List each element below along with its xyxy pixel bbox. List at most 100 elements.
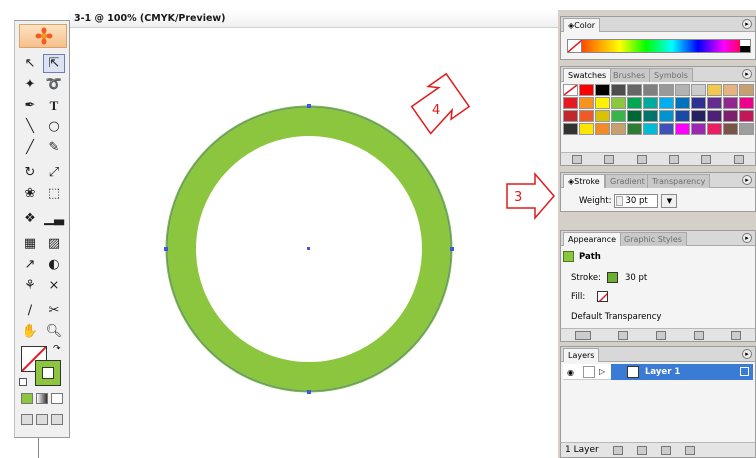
zoom-tool-icon[interactable]: 🔍︎ xyxy=(43,322,65,341)
show-kinds-icon[interactable] xyxy=(604,154,615,164)
swatch[interactable] xyxy=(611,123,626,135)
swatch[interactable] xyxy=(643,97,658,109)
panel-menu-icon[interactable]: ▸ xyxy=(742,69,752,79)
tab-gradient[interactable]: Gradient xyxy=(605,174,650,188)
swatch[interactable] xyxy=(595,123,610,135)
delete-layer-icon[interactable] xyxy=(684,445,695,455)
delete-swatch-icon[interactable] xyxy=(733,154,744,164)
panel-menu-icon[interactable]: ▸ xyxy=(742,349,752,359)
appearance-path-row[interactable]: Path xyxy=(563,249,601,264)
mesh-tool-icon[interactable]: ▦ xyxy=(19,234,41,253)
swatch[interactable] xyxy=(691,123,706,135)
type-tool-icon[interactable]: T xyxy=(43,96,65,115)
swatch[interactable] xyxy=(563,97,578,109)
anchor-point-left[interactable] xyxy=(164,247,168,251)
rotate-tool-icon[interactable]: ↻ xyxy=(19,163,41,182)
stroke-swatch[interactable] xyxy=(35,360,61,386)
standard-screen-mode-icon[interactable] xyxy=(21,414,33,425)
swatch[interactable] xyxy=(611,97,626,109)
panel-menu-icon[interactable]: ▸ xyxy=(742,233,752,243)
swatch[interactable] xyxy=(579,84,594,96)
swatch[interactable] xyxy=(707,123,722,135)
swatch[interactable] xyxy=(627,110,642,122)
scissors-tool-icon[interactable]: ✂ xyxy=(43,301,65,320)
none-mode-icon[interactable] xyxy=(51,393,63,404)
swatch[interactable] xyxy=(723,110,738,122)
swatch[interactable] xyxy=(659,84,674,96)
anchor-point-right[interactable] xyxy=(450,247,454,251)
target-icon[interactable] xyxy=(740,367,749,376)
symbol-sprayer-tool-icon[interactable]: ❖ xyxy=(19,209,41,228)
document-title-bar[interactable]: 3-1 @ 100% (CMYK/Preview) xyxy=(68,10,558,28)
graph-tool-icon[interactable]: ▁▃ xyxy=(43,209,65,228)
tab-brushes[interactable]: Brushes xyxy=(608,68,651,82)
tab-swatches[interactable]: Swatches xyxy=(563,68,612,82)
hand-tool-icon[interactable]: ✋ xyxy=(19,322,41,341)
panel-menu-icon[interactable]: ▸ xyxy=(742,175,752,185)
swatch[interactable] xyxy=(643,84,658,96)
magic-wand-tool-icon[interactable]: ✦ xyxy=(19,75,41,94)
swatch[interactable] xyxy=(707,84,722,96)
layer-row[interactable]: ◉ ▷ Layer 1 xyxy=(563,364,753,380)
lock-toggle[interactable] xyxy=(583,366,595,378)
swatch[interactable] xyxy=(691,110,706,122)
tab-appearance[interactable]: Appearance xyxy=(563,232,622,246)
swatch[interactable] xyxy=(611,84,626,96)
tab-stroke[interactable]: ◈Stroke xyxy=(563,174,605,188)
new-color-group-icon[interactable] xyxy=(669,154,680,164)
swatch[interactable] xyxy=(723,84,738,96)
appearance-fill-row[interactable]: Fill: xyxy=(571,289,609,304)
swatch[interactable] xyxy=(563,110,578,122)
anchor-point-bottom[interactable] xyxy=(307,390,311,394)
ellipse-tool-icon[interactable]: ○ xyxy=(43,117,65,136)
weight-stepper-icon[interactable] xyxy=(616,196,624,206)
swatch[interactable] xyxy=(595,84,610,96)
swatch[interactable] xyxy=(627,84,642,96)
new-art-maintains-appearance-icon[interactable] xyxy=(574,330,591,340)
visibility-eye-icon[interactable]: ◉ xyxy=(567,368,574,377)
color-mode-icon[interactable] xyxy=(21,393,33,404)
swatch[interactable] xyxy=(739,123,754,135)
artboard-canvas[interactable]: 4 3 xyxy=(70,29,555,458)
swatch[interactable] xyxy=(659,97,674,109)
reduce-to-basic-icon[interactable] xyxy=(655,330,666,340)
swatch[interactable] xyxy=(563,123,578,135)
panel-menu-icon[interactable]: ▸ xyxy=(742,19,752,29)
tab-layers[interactable]: Layers xyxy=(563,348,600,362)
full-screen-menu-mode-icon[interactable] xyxy=(36,414,48,425)
selection-tool-icon[interactable]: ↖ xyxy=(19,54,41,73)
swatch[interactable] xyxy=(659,110,674,122)
make-clipping-mask-icon[interactable] xyxy=(636,445,647,455)
none-color-button[interactable] xyxy=(567,39,583,53)
swatch[interactable] xyxy=(643,123,658,135)
swatch[interactable] xyxy=(739,110,754,122)
swatch[interactable] xyxy=(579,97,594,109)
fill-stroke-selector[interactable]: ↷ xyxy=(19,344,65,390)
gradient-tool-icon[interactable]: ▨ xyxy=(43,234,65,253)
swatch[interactable] xyxy=(643,110,658,122)
delete-item-icon[interactable] xyxy=(731,330,742,340)
expand-triangle-icon[interactable]: ▷ xyxy=(599,367,605,376)
swatch[interactable] xyxy=(611,110,626,122)
clear-appearance-icon[interactable] xyxy=(618,330,629,340)
scale-tool-icon[interactable]: ⤢ xyxy=(43,163,65,182)
free-transform-tool-icon[interactable]: ⬚ xyxy=(43,184,65,203)
appearance-stroke-row[interactable]: Stroke: 30 pt xyxy=(571,270,647,285)
new-swatch-icon[interactable] xyxy=(701,154,712,164)
swatch[interactable] xyxy=(675,123,690,135)
swatch[interactable] xyxy=(579,123,594,135)
color-spectrum[interactable] xyxy=(567,39,751,53)
black-white-swatch[interactable] xyxy=(740,40,750,52)
default-colors-icon[interactable] xyxy=(19,378,27,386)
stroke-color-swatch[interactable] xyxy=(606,272,618,283)
tab-symbols[interactable]: Symbols xyxy=(649,68,693,82)
swatch[interactable] xyxy=(675,97,690,109)
fill-color-swatch[interactable] xyxy=(597,291,609,302)
swatch[interactable] xyxy=(563,84,578,96)
swatch[interactable] xyxy=(659,123,674,135)
duplicate-item-icon[interactable] xyxy=(693,330,704,340)
swatch[interactable] xyxy=(675,84,690,96)
swap-fill-stroke-icon[interactable]: ↷ xyxy=(53,344,61,354)
swatch[interactable] xyxy=(739,84,754,96)
swatch[interactable] xyxy=(707,110,722,122)
